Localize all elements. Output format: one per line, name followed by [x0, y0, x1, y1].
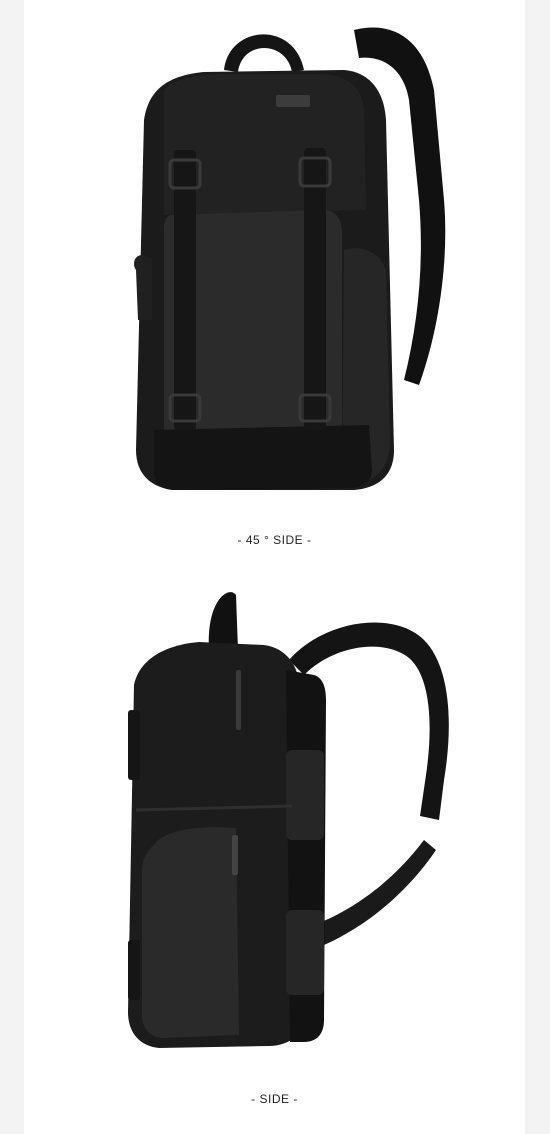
product-detail-page: - 45 ° SIDE - - SIDE - [24, 0, 525, 1134]
backpack-45-degree-icon [134, 27, 446, 490]
backpack-45-degree-photo [24, 0, 525, 510]
caption-side: - SIDE - [251, 1092, 298, 1106]
backpack-side-icon [128, 592, 449, 1048]
backpack-side-photo [24, 580, 525, 1080]
caption-45-degree-side: - 45 ° SIDE - [237, 533, 312, 547]
